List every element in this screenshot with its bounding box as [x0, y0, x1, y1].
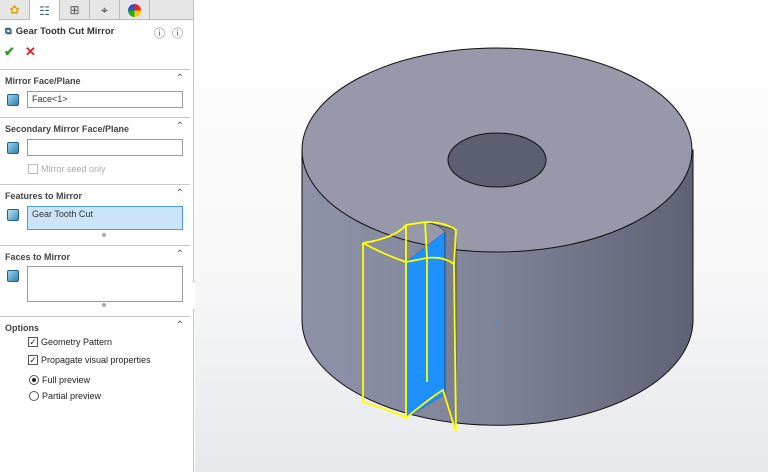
mirror-seed-only-checkbox[interactable]: Mirror seed only: [28, 164, 106, 174]
partial-preview-radio[interactable]: Partial preview: [29, 391, 101, 401]
mirror-icon: ⧉: [5, 26, 12, 37]
propagate-visual-checkbox[interactable]: ✓ Propagate visual properties: [28, 355, 151, 365]
cylinder-body: [301, 47, 694, 426]
face-icon: [7, 270, 19, 282]
mirror-face-input[interactable]: Face<1>: [27, 91, 183, 108]
section-header: Faces to Mirror: [5, 252, 71, 262]
tab-property-manager[interactable]: ☷: [30, 0, 60, 21]
section-header: Mirror Face/Plane: [5, 76, 81, 86]
cancel-button[interactable]: ✕: [25, 44, 36, 60]
collapse-icon[interactable]: ⌃: [176, 121, 184, 132]
geometry-pattern-checkbox[interactable]: ✓ Geometry Pattern: [28, 337, 112, 347]
section-faces-to-mirror: Faces to Mirror ⌃: [0, 245, 190, 316]
tab-feature-manager[interactable]: ✿: [0, 0, 30, 20]
whats-new-help-icon[interactable]: ⓘ: [154, 25, 165, 41]
feature-icon: [7, 209, 19, 221]
face-icon: [7, 142, 19, 154]
property-manager-panel: ✿ ☷ ⊞ ⌖ ⧉ Gear Tooth Cut Mirror ⓘ ⓘ ✔ ✕ M…: [0, 0, 194, 472]
origin-point: [494, 320, 498, 324]
color-wheel-icon: [128, 3, 141, 17]
collapse-icon[interactable]: ⌃: [176, 73, 184, 84]
tab-display-manager[interactable]: [120, 0, 150, 20]
face-icon: [7, 94, 19, 106]
section-secondary-mirror: Secondary Mirror Face/Plane ⌃ Mirror see…: [0, 117, 190, 184]
section-header: Secondary Mirror Face/Plane: [5, 124, 130, 134]
section-header: Options: [5, 323, 39, 333]
collapse-icon[interactable]: ⌃: [176, 320, 184, 331]
tab-configuration-manager[interactable]: ⊞: [60, 0, 90, 20]
crosshair-icon: ⌖: [101, 2, 108, 17]
section-header: Features to Mirror: [5, 191, 83, 201]
tab-dimxpert[interactable]: ⌖: [90, 0, 120, 20]
collapse-icon[interactable]: ⌃: [176, 249, 184, 260]
section-options: Options ⌃ ✓ Geometry Pattern ✓ Propagate v…: [0, 316, 190, 416]
list-icon: ☷: [39, 3, 50, 18]
resize-grip[interactable]: [102, 303, 106, 307]
collapse-icon[interactable]: ⌃: [176, 188, 184, 199]
graphics-area[interactable]: [195, 0, 768, 472]
manager-tabs: ✿ ☷ ⊞ ⌖: [0, 0, 193, 21]
resize-grip[interactable]: [102, 233, 106, 237]
section-features-to-mirror: Features to Mirror ⌃ Gear Tooth Cut: [0, 184, 190, 245]
features-to-mirror-list[interactable]: Gear Tooth Cut: [27, 206, 183, 230]
model-view: [301, 47, 694, 433]
config-icon: ⊞: [69, 3, 80, 17]
gear-part-icon: ✿: [9, 3, 20, 17]
ok-button[interactable]: ✔: [4, 44, 15, 60]
secondary-mirror-input[interactable]: [27, 139, 183, 156]
full-preview-radio[interactable]: Full preview: [29, 375, 90, 385]
faces-to-mirror-list[interactable]: [27, 266, 183, 302]
feature-title: ⧉ Gear Tooth Cut Mirror: [5, 26, 115, 37]
section-mirror-face: Mirror Face/Plane ⌃ Face<1>: [0, 69, 190, 117]
help-icon[interactable]: ⓘ: [172, 25, 183, 41]
